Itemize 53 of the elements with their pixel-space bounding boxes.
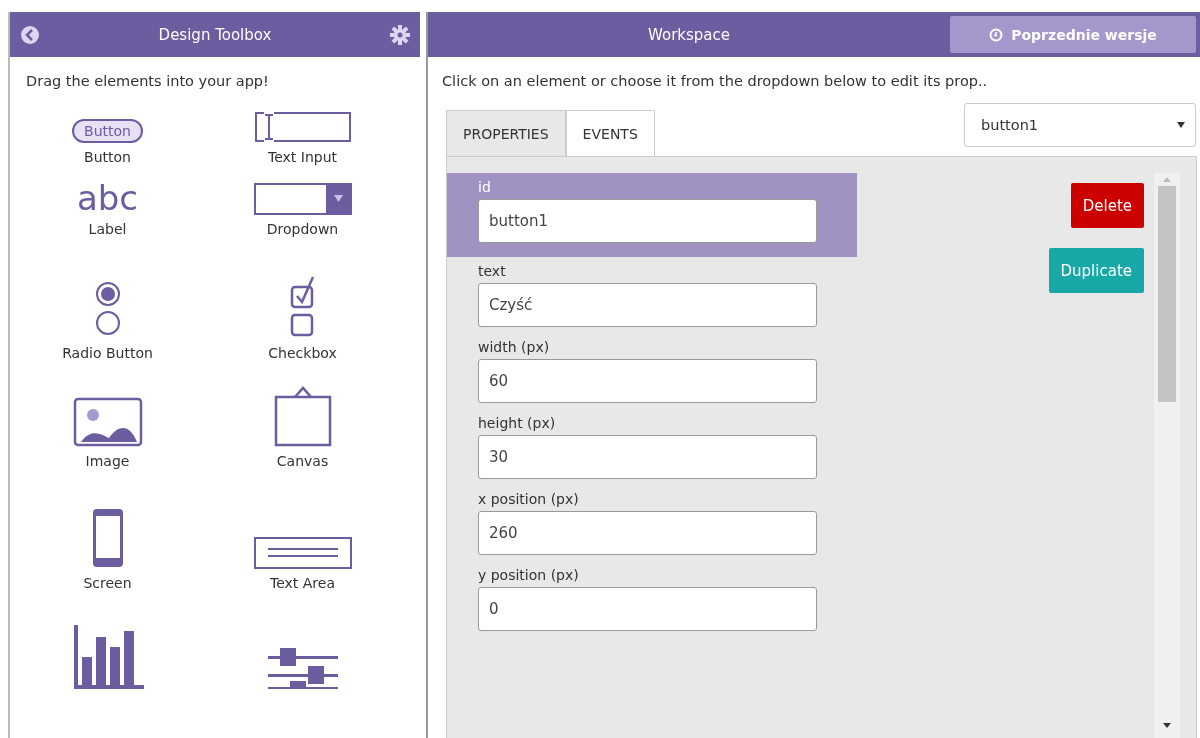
tab[interactable]: EVENTS [565,110,655,156]
property-label: text [478,263,507,279]
toolbox-item-label[interactable]: Checkbox [268,345,337,361]
dropdown-icon [253,183,352,215]
tab[interactable]: PROPERTIES [446,110,566,156]
property-label: height (px) [478,415,557,431]
property-field[interactable]: 30 [478,435,817,479]
image-icon [72,397,143,447]
property-row[interactable]: text Czyść [447,257,857,333]
element-dropdown[interactable]: button1 [964,103,1196,147]
workspace-title: Workspace [647,25,731,44]
bar-chart-icon [71,625,144,689]
property-label: y position (px) [478,567,580,583]
scroll-down-icon[interactable] [1163,723,1171,728]
toolbox-item-label[interactable]: Button [84,149,131,165]
property-label: width (px) [478,339,551,355]
button-sample: Button [72,119,143,143]
toolbox-item-label[interactable]: Text Area [270,575,335,591]
delete-button[interactable]: Delete [1070,183,1144,228]
label-sample: abc [76,181,139,215]
property-row[interactable]: y position (px) 0 [447,561,857,637]
phone-icon [90,507,125,569]
property-field[interactable]: 260 [478,511,817,555]
toolbox-item-label[interactable]: Radio Button [62,345,153,361]
dropdown-value: button1 [981,117,1039,133]
text-input-icon [253,111,352,143]
property-row[interactable]: x position (px) 260 [447,485,857,561]
toolbox-item-label[interactable]: Label [88,221,127,237]
toolbox-item-label[interactable]: Canvas [276,453,329,469]
property-field[interactable]: 60 [478,359,817,403]
toolbox-hint: Drag the elements into your app! [25,72,270,89]
canvas-icon [272,385,333,447]
scrollbar[interactable] [1154,173,1180,738]
clock-icon [989,27,1004,42]
scrollbar-thumb[interactable] [1158,186,1176,402]
property-row[interactable]: width (px) 60 [447,333,857,409]
workspace-hint: Click on an element or choose it from the dropdown below to edit its prop.. [441,72,989,89]
back-icon[interactable] [20,24,40,45]
settings-icon[interactable] [390,24,410,45]
text-area-icon [253,537,352,569]
property-label: x position (px) [478,491,580,507]
property-label: id [478,179,492,195]
toolbox-item-label[interactable]: Text Input [268,149,337,165]
property-field[interactable]: button1 [478,199,817,243]
toolbox-title: Design Toolbox [157,25,273,44]
toolbox-item-label[interactable]: Screen [83,575,132,591]
property-row[interactable]: id button1 [447,173,857,257]
property-field[interactable]: Czyść [478,283,817,327]
toolbox-item-label[interactable]: Dropdown [266,221,339,237]
property-row[interactable]: height (px) 30 [447,409,857,485]
property-field[interactable]: 0 [478,587,817,631]
toolbox-item-label[interactable]: Image [85,453,130,469]
caret-icon [1177,122,1185,128]
